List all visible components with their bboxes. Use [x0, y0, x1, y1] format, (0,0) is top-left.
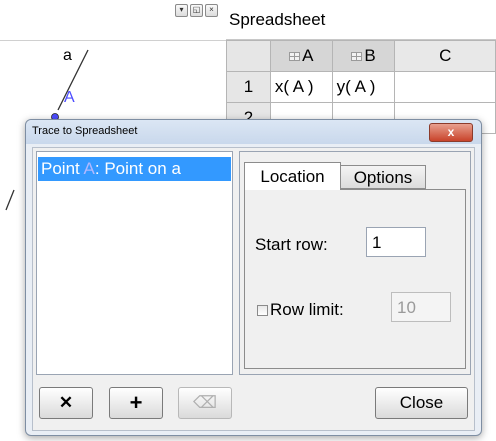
grid-icon — [289, 52, 301, 62]
graphics-titlebar: ▾ ◱ × — [0, 0, 226, 41]
eraser-icon: ⌫ — [192, 393, 218, 412]
row-limit-input[interactable]: 10 — [391, 292, 451, 322]
dialog-title: Trace to Spreadsheet — [32, 125, 138, 137]
erase-button[interactable]: ⌫ — [178, 387, 232, 419]
column-header-c[interactable]: C — [394, 40, 496, 72]
start-row-label: Start row: — [255, 235, 328, 254]
remove-button[interactable]: ✕ — [39, 387, 93, 419]
settings-panel: Location Options Start row: 1 Row limit:… — [239, 151, 471, 375]
dialog-close-button[interactable]: x — [429, 123, 473, 142]
table-row: 1 x( A ) y( A ) — [226, 71, 496, 103]
menu-icon[interactable]: ▾ — [175, 4, 188, 17]
spreadsheet-title: Spreadsheet — [226, 0, 496, 40]
add-icon: + — [129, 390, 143, 415]
close-icon: x — [447, 125, 455, 139]
remove-icon: ✕ — [58, 393, 74, 412]
point-name: A — [83, 159, 95, 178]
column-header-a[interactable]: A — [269, 40, 333, 72]
view-header-buttons: ▾ ◱ × — [175, 4, 218, 17]
trace-dialog: Trace to Spreadsheet x Point A: Point on… — [25, 119, 482, 436]
detach-icon[interactable]: ◱ — [190, 4, 203, 17]
cell-c1[interactable] — [394, 71, 496, 103]
line-label: a — [63, 47, 72, 64]
list-item[interactable]: Point A: Point on a — [38, 157, 231, 181]
cell-a1[interactable]: x( A ) — [269, 71, 333, 103]
tab-options[interactable]: Options — [340, 165, 426, 189]
point-label: A — [64, 89, 75, 106]
column-header-b[interactable]: B — [331, 40, 396, 72]
tab-location[interactable]: Location — [244, 162, 341, 190]
column-header-row: A B C — [226, 40, 496, 72]
dialog-body: Point A: Point on a Location Options Sta… — [32, 147, 475, 431]
line-a-continued — [5, 189, 15, 211]
row-header-1[interactable]: 1 — [226, 71, 271, 103]
row-limit-checkbox[interactable] — [257, 305, 268, 316]
start-row-input[interactable]: 1 — [366, 227, 426, 257]
row-limit-label: Row limit: — [270, 300, 344, 319]
add-button[interactable]: + — [109, 387, 163, 419]
corner-cell[interactable] — [226, 40, 271, 72]
dialog-titlebar[interactable]: Trace to Spreadsheet x — [26, 120, 481, 144]
grid-icon — [351, 52, 363, 62]
close-button[interactable]: Close — [375, 387, 468, 419]
close-icon[interactable]: × — [205, 4, 218, 17]
location-tab-panel: Start row: 1 Row limit: 10 — [244, 189, 466, 369]
cell-b1[interactable]: y( A ) — [331, 71, 396, 103]
object-list[interactable]: Point A: Point on a — [36, 151, 233, 375]
